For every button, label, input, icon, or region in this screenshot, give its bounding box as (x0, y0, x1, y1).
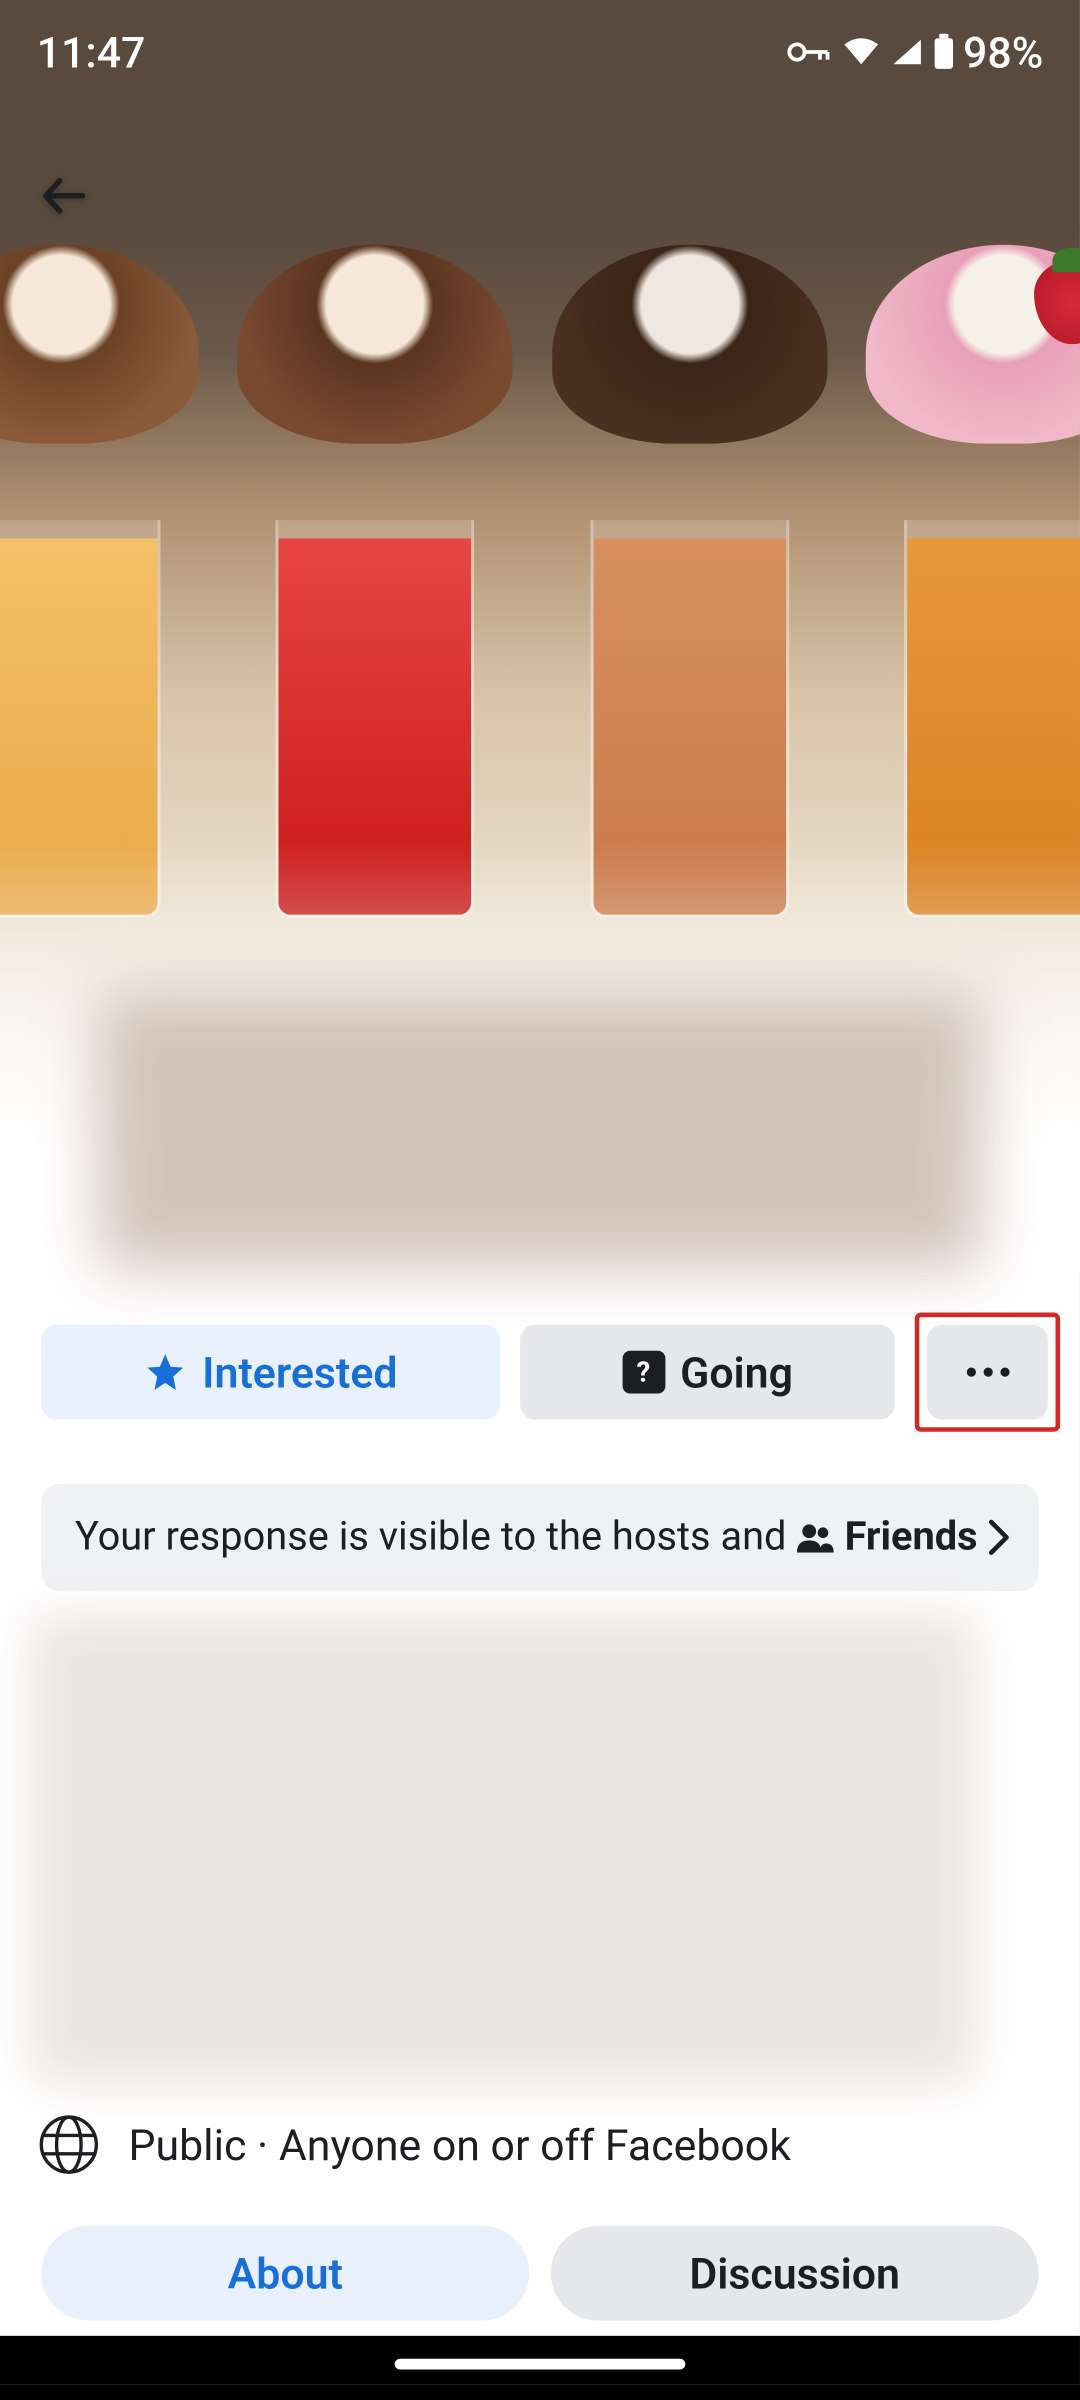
tutorial-highlight-ring (915, 1312, 1060, 1431)
going-label: Going (680, 1347, 793, 1397)
wifi-icon (841, 37, 881, 68)
event-privacy-row: Public · Anyone on or off Facebook (37, 2108, 1044, 2181)
status-bar: 11:47 98% (0, 0, 1080, 104)
friends-icon (796, 1522, 836, 1553)
battery-percentage: 98% (963, 27, 1043, 77)
visibility-audience: Friends (845, 1514, 978, 1560)
privacy-text: Public · Anyone on or off Facebook (128, 2119, 790, 2169)
interested-button[interactable]: Interested (41, 1325, 500, 1420)
status-time: 11:47 (37, 27, 146, 77)
home-indicator[interactable] (395, 2359, 686, 2370)
visibility-prefix: Your response is visible to the hosts an… (75, 1514, 787, 1560)
tab-about-label: About (228, 2248, 343, 2298)
chevron-right-icon (987, 1517, 1011, 1557)
going-button[interactable]: Going (520, 1325, 895, 1420)
arrow-left-icon (37, 168, 92, 223)
tab-about[interactable]: About (41, 2226, 529, 2321)
event-details-redacted (31, 1615, 976, 2083)
more-options-button[interactable] (927, 1325, 1048, 1420)
response-visibility-row[interactable]: Your response is visible to the hosts an… (41, 1484, 1038, 1591)
event-title-redacted (98, 991, 982, 1269)
ellipsis-icon (966, 1368, 1009, 1377)
vpn-key-icon (786, 38, 832, 66)
event-tabs: About Discussion (41, 2226, 1038, 2321)
globe-icon (37, 2113, 101, 2177)
rsvp-question-icon (622, 1351, 665, 1394)
cellular-signal-icon (890, 37, 924, 68)
system-nav-bar (0, 2336, 1080, 2385)
back-button[interactable] (21, 153, 107, 239)
star-icon (144, 1351, 187, 1394)
battery-icon (932, 34, 953, 71)
tab-discussion-label: Discussion (689, 2248, 900, 2298)
rsvp-actions-row: Interested Going (41, 1325, 1048, 1420)
tab-discussion[interactable]: Discussion (551, 2226, 1039, 2321)
interested-label: Interested (202, 1347, 397, 1397)
